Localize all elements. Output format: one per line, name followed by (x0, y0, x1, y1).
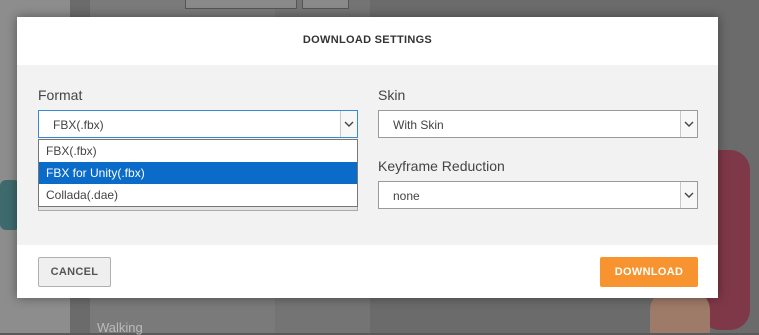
keyframe-reduction-value: none (393, 189, 420, 203)
format-option-fbx[interactable]: FBX(.fbx) (39, 140, 357, 162)
format-label: Format (38, 87, 83, 103)
keyframe-reduction-arrow[interactable] (680, 182, 697, 208)
format-option-fbx-unity[interactable]: FBX for Unity(.fbx) (39, 162, 357, 184)
format-dropdown-edge (38, 207, 358, 211)
format-select-value: FBX(.fbx) (53, 118, 104, 132)
format-dropdown-list: FBX(.fbx) FBX for Unity(.fbx) Collada(.d… (38, 139, 358, 207)
dialog-title: DOWNLOAD SETTINGS (302, 34, 433, 46)
skin-label: Skin (378, 87, 406, 103)
keyframe-reduction-label: Keyframe Reduction (378, 158, 505, 174)
format-option-collada[interactable]: Collada(.dae) (39, 184, 357, 206)
dialog-header: DOWNLOAD SETTINGS (17, 17, 718, 65)
download-button[interactable]: DOWNLOAD (600, 257, 698, 287)
cancel-button[interactable]: CANCEL (38, 257, 111, 287)
background-button (302, 0, 349, 9)
chevron-down-icon (344, 121, 354, 127)
skin-select-arrow[interactable] (680, 111, 697, 137)
skin-select-value: With Skin (393, 118, 444, 132)
format-select-arrow[interactable] (340, 111, 357, 137)
chevron-down-icon (684, 192, 694, 198)
skin-select[interactable]: With Skin (378, 110, 698, 138)
background-search-box (185, 0, 297, 9)
chevron-down-icon (684, 121, 694, 127)
format-select[interactable]: FBX(.fbx) (38, 110, 358, 138)
download-settings-dialog: DOWNLOAD SETTINGS Format FBX(.fbx) FBX(.… (17, 17, 718, 298)
keyframe-reduction-select[interactable]: none (378, 181, 698, 209)
